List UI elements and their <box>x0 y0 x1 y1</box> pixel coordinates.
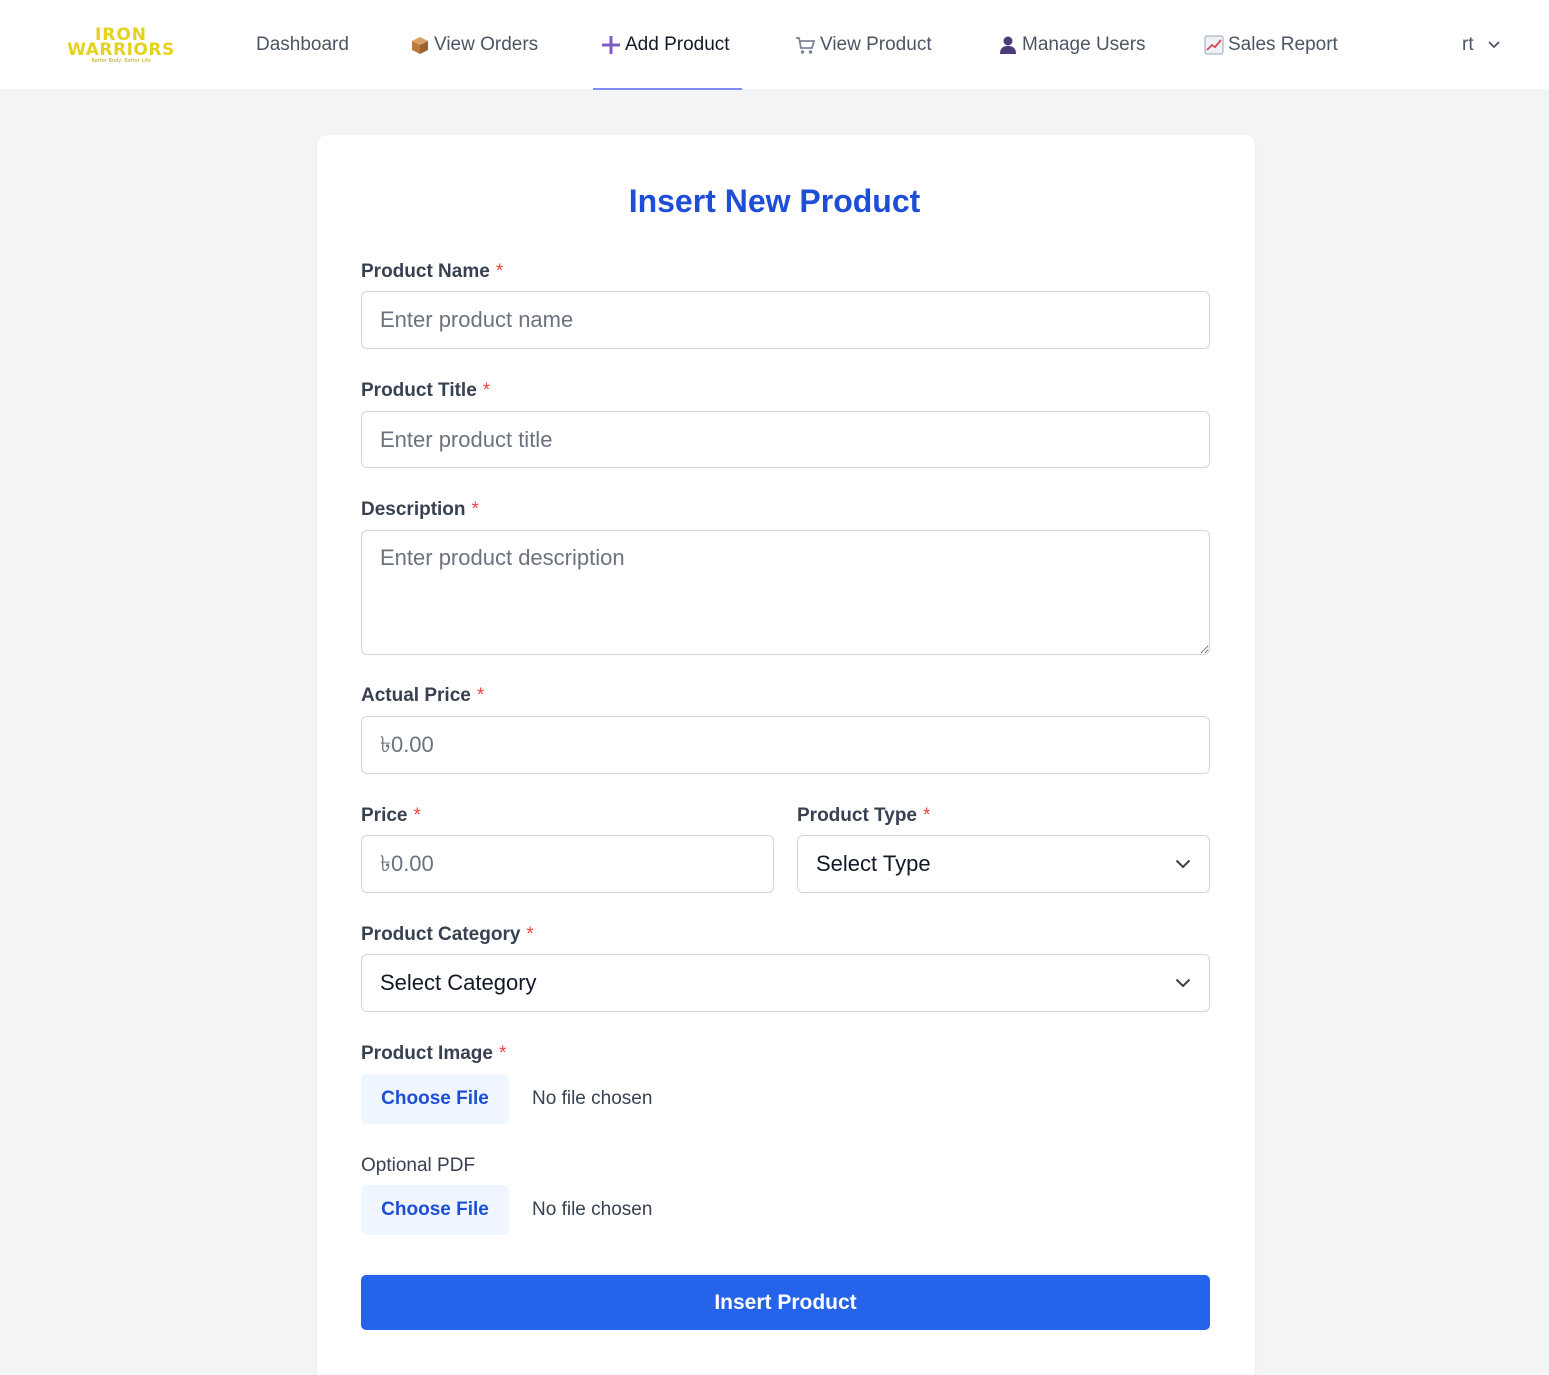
chevron-down-icon <box>1487 40 1500 49</box>
description-textarea[interactable] <box>361 530 1210 655</box>
description-label-text: Description <box>361 499 466 520</box>
actual-price-label-text: Actual Price <box>361 685 471 706</box>
svg-text:WARRIORS: WARRIORS <box>67 40 174 60</box>
user-menu[interactable]: rt <box>1462 0 1500 89</box>
required-mark: * <box>923 805 931 826</box>
chevron-down-icon <box>1175 978 1191 988</box>
product-category-value: Select Category <box>380 970 537 995</box>
actual-price-label: Actual Price * <box>361 685 484 707</box>
product-category-select[interactable]: Select Category <box>361 954 1210 1012</box>
user-icon <box>998 35 1018 55</box>
product-type-value: Select Type <box>816 851 931 876</box>
page-title: Insert New Product <box>628 183 921 219</box>
price-label: Price * <box>361 805 421 827</box>
product-type-label: Product Type * <box>797 805 930 827</box>
product-type-select[interactable]: Select Type <box>797 835 1210 893</box>
optional-pdf-label: Optional PDF <box>361 1155 476 1176</box>
required-mark: * <box>413 805 421 826</box>
nav-dashboard[interactable]: Dashboard <box>256 0 349 89</box>
chart-increasing-icon <box>1204 35 1224 55</box>
chevron-down-icon <box>1175 859 1191 869</box>
price-label-text: Price <box>361 805 408 826</box>
package-icon <box>410 35 430 55</box>
insert-product-button[interactable]: Insert Product <box>361 1275 1210 1330</box>
product-title-label-text: Product Title <box>361 380 477 401</box>
product-title-input[interactable] <box>361 411 1210 468</box>
product-category-label: Product Category * <box>361 924 534 946</box>
required-mark: * <box>471 499 479 520</box>
product-image-choose-file-button[interactable]: Choose File <box>361 1074 509 1124</box>
brand-logo[interactable]: IRON WARRIORS Better Body, Better Life <box>55 24 187 64</box>
required-mark: * <box>495 261 504 282</box>
required-mark: * <box>526 924 534 945</box>
actual-price-input[interactable] <box>361 716 1210 774</box>
active-tab-indicator <box>593 88 742 90</box>
nav-add-product-label: Add Product <box>625 33 730 55</box>
user-name: rt <box>1462 33 1474 55</box>
description-label: Description * <box>361 499 479 521</box>
nav-view-product[interactable]: View Product <box>795 0 932 89</box>
product-name-label-text: Product Name <box>361 261 490 282</box>
nav-view-product-label: View Product <box>820 33 932 55</box>
product-image-label: Product Image * <box>361 1043 506 1065</box>
optional-pdf-file-status: No file chosen <box>532 1199 653 1220</box>
plus-icon <box>601 35 621 55</box>
optional-pdf-choose-file-button[interactable]: Choose File <box>361 1185 509 1235</box>
required-mark: * <box>476 685 485 706</box>
product-title-label: Product Title * <box>361 380 490 402</box>
price-input[interactable] <box>361 835 774 893</box>
nav-dashboard-label: Dashboard <box>256 33 349 55</box>
product-name-label: Product Name * <box>361 261 503 283</box>
product-image-label-text: Product Image <box>361 1043 493 1064</box>
nav-add-product[interactable]: Add Product <box>601 0 730 89</box>
product-name-input[interactable] <box>361 291 1210 349</box>
nav-sales-report[interactable]: Sales Report <box>1204 0 1338 89</box>
nav-manage-users-label: Manage Users <box>1022 33 1146 55</box>
product-category-label-text: Product Category <box>361 924 521 945</box>
required-mark: * <box>498 1043 507 1064</box>
nav-sales-report-label: Sales Report <box>1228 33 1338 55</box>
cart-icon <box>795 35 816 55</box>
product-type-label-text: Product Type <box>797 805 917 826</box>
required-mark: * <box>482 380 491 401</box>
svg-text:Better Body, Better Life: Better Body, Better Life <box>91 58 150 64</box>
nav-manage-users[interactable]: Manage Users <box>998 0 1146 89</box>
nav-view-orders-label: View Orders <box>434 33 539 55</box>
nav-view-orders[interactable]: View Orders <box>410 0 538 89</box>
iron-warriors-logo-icon: IRON WARRIORS Better Body, Better Life <box>67 25 174 64</box>
top-navbar: IRON WARRIORS Better Body, Better Life D… <box>0 0 1549 90</box>
product-image-file-status: No file chosen <box>532 1088 653 1109</box>
